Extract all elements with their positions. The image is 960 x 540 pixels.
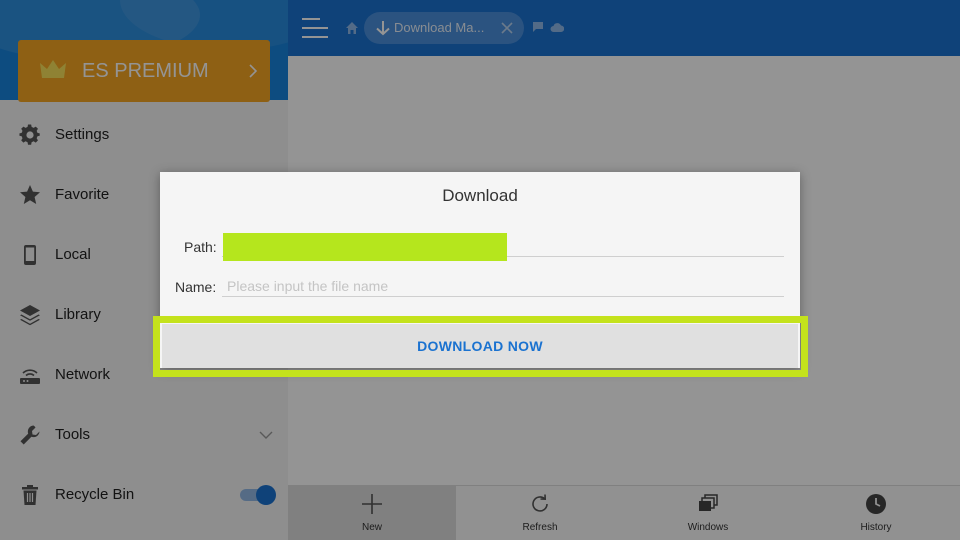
name-input[interactable] xyxy=(222,276,784,297)
path-label: Path: xyxy=(184,239,217,255)
dialog-title: Download xyxy=(442,186,518,205)
name-label: Name: xyxy=(175,279,217,295)
download-now-button[interactable]: DOWNLOAD NOW xyxy=(162,324,798,368)
path-field[interactable] xyxy=(223,233,507,261)
